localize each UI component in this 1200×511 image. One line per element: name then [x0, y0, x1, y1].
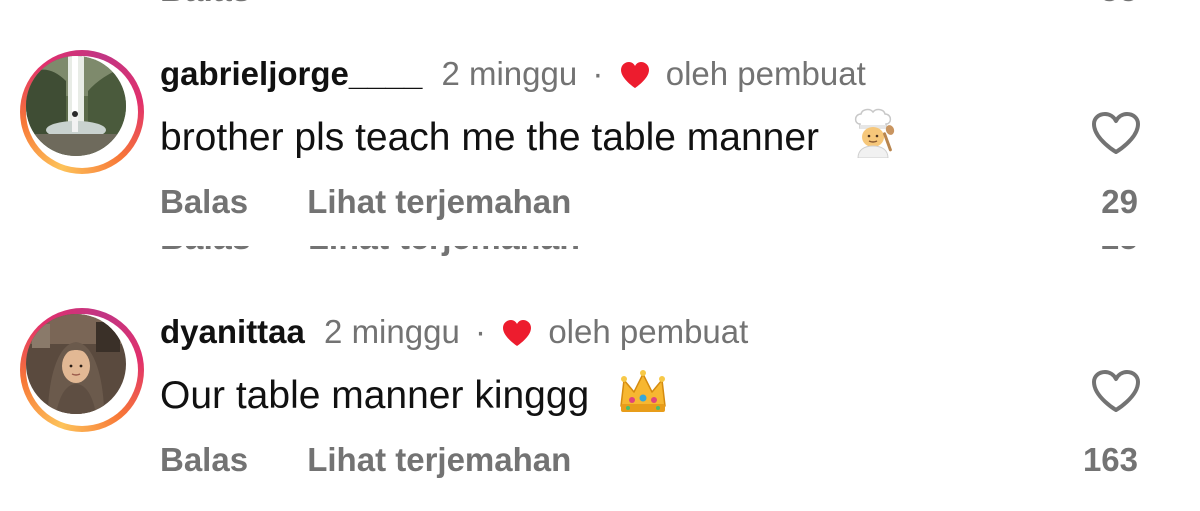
- like-count: 29: [1101, 183, 1138, 220]
- creator-heart-icon: [503, 320, 532, 346]
- liked-by-creator-label: oleh pembuat: [548, 313, 749, 350]
- like-count: 163: [1082, 441, 1138, 478]
- avatar-story-ring[interactable]: [20, 50, 144, 174]
- like-count-fragment: 15: [1100, 246, 1138, 258]
- person-avatar-image: [26, 314, 126, 414]
- see-translation-button[interactable]: Lihat terjemahan: [307, 183, 571, 220]
- comment-actions: Balas Lihat terjemahan: [160, 438, 571, 482]
- comment-text: brother pls teach me the table manner: [160, 108, 900, 164]
- comment-item: dyanittaa 2 minggu · oleh pembuat Our ta…: [0, 302, 1200, 492]
- comment-item: gabrieljorge____ 2 minggu · oleh pembuat…: [0, 44, 1200, 234]
- liked-by-creator-label: oleh pembuat: [665, 55, 866, 92]
- crown-emoji-icon: [620, 370, 666, 412]
- comment-body: Our table manner kinggg: [160, 374, 590, 417]
- like-count-fragment: 55: [1100, 0, 1138, 10]
- comment-time: 2 minggu: [324, 313, 460, 350]
- see-translation-button[interactable]: Lihat terjemahan: [307, 441, 571, 478]
- previous-comment-actions-fragment: Balas 55: [0, 0, 1200, 10]
- username-link[interactable]: dyanittaa: [160, 313, 305, 350]
- reply-button-fragment[interactable]: Balas: [160, 0, 251, 10]
- see-translation-fragment[interactable]: Lihat terjemahan: [308, 246, 580, 258]
- comment-time: 2 minggu: [441, 55, 578, 92]
- comment-actions: Balas Lihat terjemahan: [160, 180, 571, 224]
- avatar-story-ring[interactable]: [20, 308, 144, 432]
- reply-button-fragment[interactable]: Balas: [160, 246, 251, 258]
- reply-button[interactable]: Balas: [160, 441, 248, 478]
- reply-button[interactable]: Balas: [160, 183, 248, 220]
- hidden-comment-actions-fragment: Balas Lihat terjemahan 15: [0, 246, 1200, 260]
- comment-text: Our table manner kinggg: [160, 366, 670, 422]
- separator-dot: ·: [592, 55, 604, 92]
- comment-meta: gabrieljorge____ 2 minggu · oleh pembuat: [160, 52, 866, 96]
- creator-heart-icon: [620, 62, 649, 88]
- chef-emoji-icon: [854, 108, 895, 158]
- like-heart-icon[interactable]: [1090, 368, 1142, 414]
- comment-body: brother pls teach me the table manner: [160, 116, 820, 159]
- avatar[interactable]: [26, 314, 126, 414]
- comment-meta: dyanittaa 2 minggu · oleh pembuat: [160, 310, 748, 354]
- like-heart-icon[interactable]: [1090, 110, 1142, 156]
- waterfall-avatar-image: [26, 56, 126, 156]
- avatar[interactable]: [26, 56, 126, 156]
- username-link[interactable]: gabrieljorge____: [160, 55, 422, 92]
- separator-dot: ·: [474, 313, 486, 350]
